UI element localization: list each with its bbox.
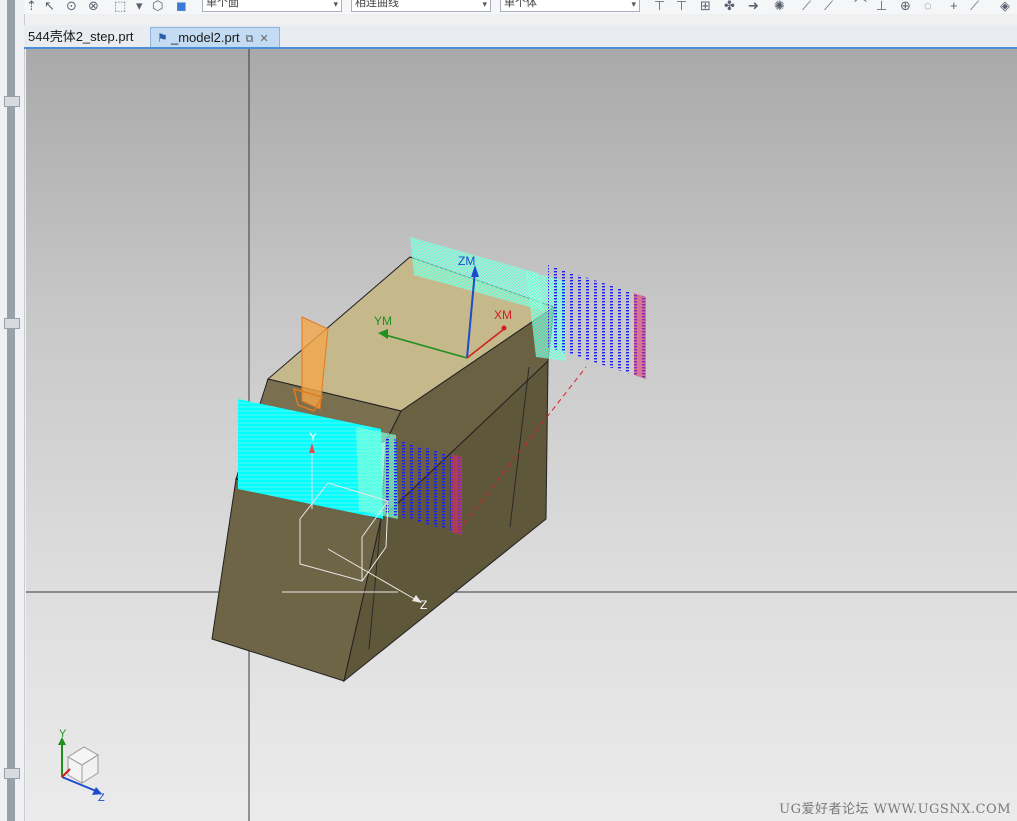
xm-label: XM — [494, 308, 512, 322]
zm-label: ZM — [458, 254, 475, 268]
tab-step-part[interactable]: 544壳体2_step.prt — [24, 27, 150, 47]
forum-watermark: UG爱好者论坛 WWW.UGSNX.COM — [779, 802, 1011, 817]
document-tab-bar: 544壳体2_step.prt ⚑ _model2.prt ⧉ ✕ — [24, 25, 1017, 49]
dropdown-arrow-icon[interactable]: ▾ — [136, 0, 143, 12]
flag-icon: ⚑ — [157, 31, 168, 45]
snap-grid-icon[interactable]: ⊞ — [700, 0, 711, 12]
curve-rule-select[interactable]: 相连曲线 ▾ — [351, 0, 491, 12]
solid-cube-icon[interactable]: ◼ — [176, 0, 187, 12]
left-strip-handle[interactable] — [4, 318, 20, 329]
snap-end-icon[interactable]: ⊤ — [654, 0, 665, 12]
triad-y-label: Y — [59, 728, 67, 740]
curve-rule-value: 相连曲线 — [355, 0, 399, 9]
snap-line-icon[interactable]: ⟋ — [824, 0, 833, 12]
body-icon[interactable]: ⬡ — [152, 0, 163, 12]
left-strip-handle[interactable] — [4, 768, 20, 779]
snap-center-icon[interactable]: ✺ — [774, 0, 785, 12]
filter-icon[interactable]: ⇡ — [26, 0, 37, 12]
edit-doc-icon[interactable]: ⧉ — [246, 29, 254, 49]
snap-plus-icon[interactable]: + — [950, 0, 958, 12]
wcs-y-label: Y — [309, 430, 317, 444]
snap-tangent-icon[interactable]: ⟋ — [802, 0, 811, 12]
snap-mid-icon[interactable]: ⊤ — [676, 0, 687, 12]
face-rule-value: 单个面 — [206, 0, 239, 9]
box-select-icon[interactable]: ⬚ — [114, 0, 126, 12]
tab-model2[interactable]: ⚑ _model2.prt ⧉ ✕ — [150, 27, 280, 47]
model-scene[interactable]: ZM YM XM Y Z Y Z — [26, 49, 1017, 821]
face-rule-select[interactable]: 单个面 ▾ — [202, 0, 342, 12]
chevron-down-icon: ▾ — [631, 0, 636, 9]
graphics-viewport[interactable]: ZM YM XM Y Z Y Z UG爱好者论坛 WWW.UGSNX.COM — [26, 49, 1017, 821]
snap-intersect-icon[interactable]: ➜ — [748, 0, 759, 12]
tab-label: _model2.prt — [171, 30, 240, 45]
snap-perpendicular-icon[interactable]: ⊥ — [876, 0, 887, 12]
view-triad[interactable]: Y Z — [58, 728, 105, 804]
snap-slash-icon[interactable]: ⟋ — [970, 0, 979, 12]
close-icon[interactable]: ✕ — [260, 29, 269, 49]
triad-z-label: Z — [98, 792, 105, 804]
select-icon[interactable]: ↖ — [44, 0, 55, 12]
toolpath-upper-blue[interactable] — [548, 265, 646, 379]
left-scrollbar[interactable] — [7, 0, 15, 821]
snap-arc-icon[interactable]: ⊗ — [88, 0, 99, 12]
body-rule-value: 单个体 — [504, 0, 537, 9]
tab-label: 544壳体2_step.prt — [28, 29, 134, 44]
snap-arc-icon[interactable]: ⌒ — [854, 0, 867, 12]
chevron-down-icon: ▾ — [333, 0, 338, 9]
snap-circle-icon[interactable]: ⊕ — [900, 0, 911, 12]
snap-control-icon[interactable]: ✤ — [724, 0, 735, 12]
chevron-down-icon: ▾ — [482, 0, 487, 9]
left-resource-strip — [0, 0, 25, 821]
snap-quadrant-icon[interactable]: ◌ — [924, 0, 932, 12]
layer-icon[interactable]: ◈ — [1000, 0, 1010, 12]
wcs-z-label: Z — [420, 598, 427, 612]
selection-toolbar: ⇡ ↖ ⊙ ⊗ ⬚ ▾ ⬡ ◼ 单个面 ▾ 相连曲线 ▾ 单个体 ▾ ⊤ ⊤ ⊞… — [24, 0, 1017, 14]
snap-point-icon[interactable]: ⊙ — [66, 0, 77, 12]
body-rule-select[interactable]: 单个体 ▾ — [500, 0, 640, 12]
ym-label: YM — [374, 314, 392, 328]
left-strip-handle[interactable] — [4, 96, 20, 107]
